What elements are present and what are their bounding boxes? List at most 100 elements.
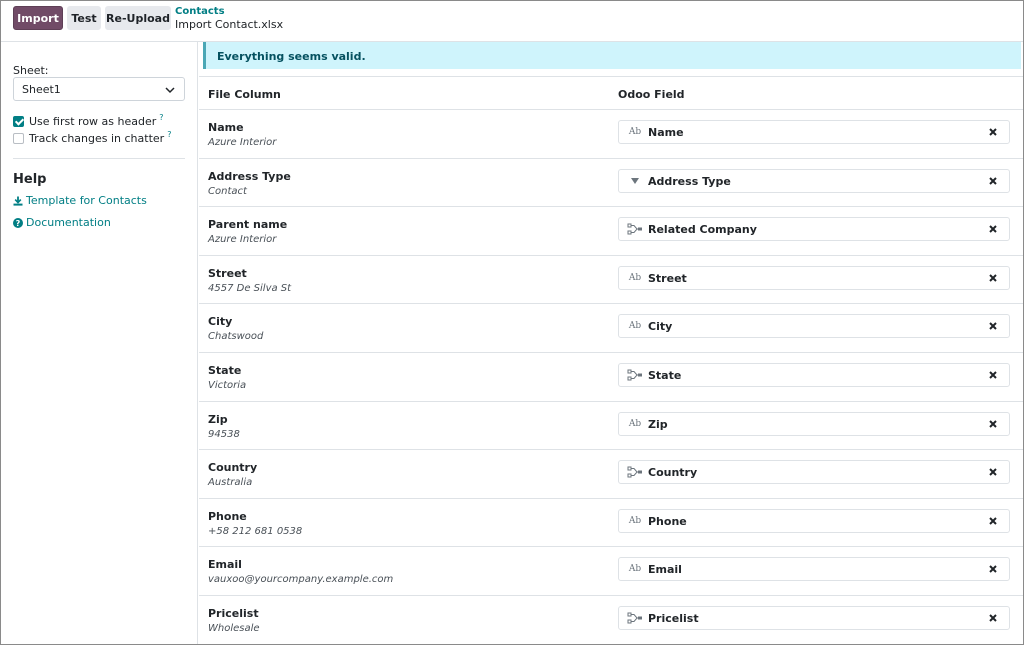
documentation-link-label[interactable]: Documentation — [26, 216, 111, 229]
odoo-field-label: Pricelist — [648, 611, 699, 625]
odoo-field-label: Address Type — [648, 174, 731, 188]
template-link[interactable]: Template for Contacts — [13, 194, 147, 207]
help-tooltip-icon[interactable]: ? — [167, 130, 171, 139]
close-icon[interactable] — [988, 564, 998, 574]
file-column-sample: +58 212 681 0538 — [208, 525, 303, 537]
mapping-row: Email vauxoo@yourcompany.example.com Ab Ema… — [199, 547, 1023, 596]
odoo-field-selector[interactable]: Ab Zip — [618, 411, 1010, 436]
file-column-sample: vauxoo@yourcompany.example.com — [208, 574, 394, 586]
odoo-field-selector[interactable]: Pricelist — [618, 605, 1010, 630]
mapping-table-header: File Column Odoo Field — [199, 76, 1023, 110]
odoo-field-selector[interactable]: Ab Email — [618, 557, 1010, 582]
validation-message: Everything seems valid. — [217, 50, 366, 63]
odoo-field-label: Name — [648, 126, 684, 139]
file-column-name: Country — [208, 461, 258, 475]
file-column-name: State — [208, 363, 242, 377]
use-header-checkbox[interactable] — [13, 115, 24, 127]
odoo-field-label: Street — [648, 271, 687, 285]
close-icon[interactable] — [988, 613, 998, 623]
close-icon[interactable] — [988, 127, 998, 137]
svg-text:?: ? — [16, 219, 21, 228]
odoo-field-selector[interactable]: Country — [618, 460, 1010, 485]
odoo-field-label: Related Company — [648, 223, 757, 237]
text-field-icon: Ab — [628, 127, 642, 137]
relation-icon — [627, 222, 643, 236]
import-button[interactable]: Import — [13, 6, 63, 30]
relation-icon — [627, 465, 643, 479]
text-field-icon: Ab — [628, 272, 642, 283]
file-column-name: Phone — [208, 509, 247, 523]
close-icon[interactable] — [988, 516, 998, 526]
odoo-field-label: City — [648, 320, 673, 334]
odoo-field-selector[interactable]: Ab City — [618, 314, 1010, 339]
mapping-row: State Victoria State — [199, 353, 1023, 402]
validation-alert: Everything seems valid. — [203, 42, 1021, 69]
template-link-label[interactable]: Template for Contacts — [26, 194, 147, 207]
use-header-option[interactable]: Use first row as header ? — [13, 113, 164, 128]
track-changes-label[interactable]: Track changes in chatter — [29, 132, 164, 145]
test-button[interactable]: Test — [67, 6, 101, 30]
file-column-name: Zip — [208, 412, 228, 426]
close-icon[interactable] — [988, 467, 998, 477]
odoo-field-label: Email — [648, 563, 682, 577]
file-column-name: Email — [208, 558, 242, 572]
file-column-name: Parent name — [208, 218, 288, 232]
sheet-select[interactable]: Sheet1 — [13, 77, 185, 101]
sidebar-divider — [13, 158, 185, 159]
odoo-field-selector[interactable]: State — [618, 362, 1010, 387]
question-circle-icon: ? — [13, 217, 23, 228]
reupload-button[interactable]: Re-Upload — [105, 6, 171, 30]
file-column-name: Street — [208, 266, 247, 280]
close-icon[interactable] — [988, 224, 998, 234]
mapping-row: Street 4557 De Silva St Ab Street — [199, 256, 1023, 305]
file-column-name: Pricelist — [208, 606, 259, 620]
file-column-sample: Australia — [208, 477, 253, 489]
breadcrumb-contacts-link[interactable]: Contacts — [175, 6, 283, 18]
text-field-icon: Ab — [628, 418, 642, 429]
file-column-sample: 94538 — [208, 428, 240, 440]
text-field-icon: Ab — [628, 564, 642, 575]
track-changes-option[interactable]: Track changes in chatter ? — [13, 130, 171, 145]
odoo-field-label: Zip — [648, 417, 668, 431]
track-changes-checkbox[interactable] — [13, 132, 24, 144]
mapping-row: Zip 94538 Ab Zip — [199, 402, 1023, 451]
file-column-name: Name — [208, 121, 244, 134]
odoo-field-selector[interactable]: Address Type — [618, 168, 1010, 193]
mapping-row: Parent name Azure Interior Related Company — [199, 207, 1023, 256]
odoo-field-header: Odoo Field — [618, 88, 685, 101]
breadcrumb: Contacts Import Contact.xlsx — [175, 6, 283, 31]
mapping-row: City Chatswood Ab City — [199, 304, 1023, 353]
mapping-row: Address Type Contact Address Type — [199, 159, 1023, 208]
sheet-select-value: Sheet1 — [22, 83, 61, 96]
help-tooltip-icon[interactable]: ? — [159, 113, 163, 122]
download-icon — [13, 196, 23, 206]
mapping-row: Country Australia Country — [199, 450, 1023, 499]
odoo-field-label: State — [648, 368, 682, 382]
odoo-field-selector[interactable]: Ab Name — [618, 120, 1010, 144]
mapping-row: Phone +58 212 681 0538 Ab Phone — [199, 499, 1023, 548]
documentation-link[interactable]: ? Documentation — [13, 216, 111, 229]
text-field-icon: Ab — [628, 321, 642, 332]
file-column-sample: Chatswood — [208, 331, 264, 343]
close-icon[interactable] — [988, 273, 998, 283]
relation-icon — [627, 368, 643, 382]
odoo-field-selector[interactable]: Related Company — [618, 217, 1010, 242]
use-header-label[interactable]: Use first row as header — [29, 115, 156, 128]
odoo-field-label: Country — [648, 466, 698, 480]
odoo-field-selector[interactable]: Ab Street — [618, 265, 1010, 290]
close-icon[interactable] — [988, 419, 998, 429]
close-icon[interactable] — [988, 370, 998, 380]
column-mapping-panel: Everything seems valid. File Column Odoo… — [199, 42, 1023, 644]
mapping-table-body: Name Azure Interior Ab Name Address Type Cont… — [199, 110, 1023, 644]
sheet-label: Sheet: — [13, 64, 49, 77]
file-column-name: Address Type — [208, 169, 291, 183]
close-icon[interactable] — [988, 321, 998, 331]
close-icon[interactable] — [988, 176, 998, 186]
help-heading: Help — [13, 172, 47, 187]
chevron-down-icon — [165, 87, 175, 94]
file-column-sample: Azure Interior — [208, 137, 277, 148]
odoo-field-selector[interactable]: Ab Phone — [618, 508, 1010, 533]
file-column-sample: Contact — [208, 185, 247, 197]
mapping-row: Name Azure Interior Ab Name — [199, 110, 1023, 159]
import-options-sidebar: Sheet: Sheet1 Use first row as header ? … — [1, 42, 198, 644]
